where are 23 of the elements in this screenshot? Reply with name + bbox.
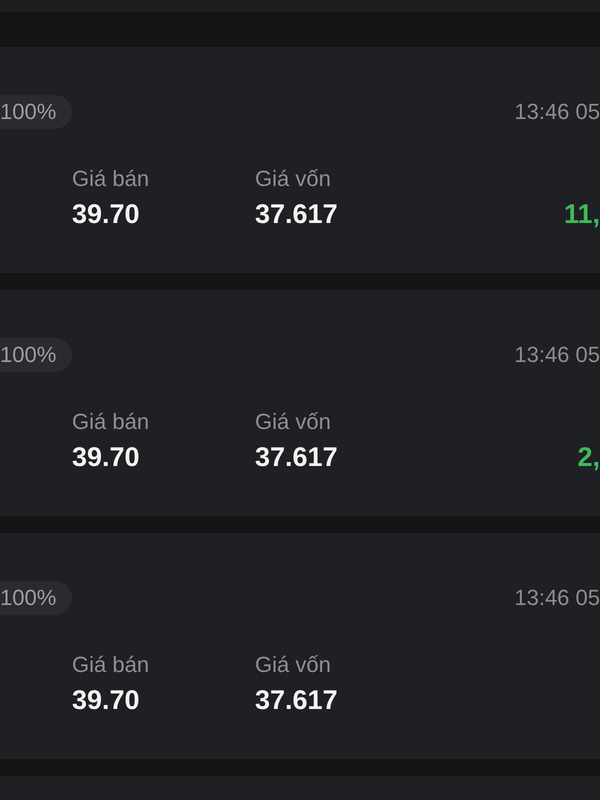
price-value: 37.617 xyxy=(255,198,338,231)
price-value: 39.70 xyxy=(72,198,141,231)
order-time: 13:46 05 xyxy=(514,101,600,123)
price-value: 39.70 xyxy=(72,684,141,717)
price-label: Giá bán xyxy=(72,651,150,679)
price-label: Giá bán xyxy=(72,165,150,193)
order-time: 13:46 05 xyxy=(514,344,600,366)
price-label: Giá vốn xyxy=(255,165,332,193)
price-value: 37.617 xyxy=(255,684,338,717)
profit-value: 11, xyxy=(564,198,600,231)
profit-value: 2, xyxy=(577,441,600,474)
fill-badge: 100% xyxy=(0,338,72,372)
price-label: Giá vốn xyxy=(255,408,332,436)
order-card[interactable]: 100% 13:46 05 Giá bán 39.70 Giá vốn 37.617 11, xyxy=(0,47,600,273)
fill-badge: 100% xyxy=(0,581,72,615)
order-time: 13:46 05 xyxy=(514,587,600,609)
price-label: Giá vốn xyxy=(255,651,332,679)
fill-badge: 100% xyxy=(0,95,72,129)
price-label: Giá bán xyxy=(72,408,150,436)
price-value: 39.70 xyxy=(72,441,141,474)
price-value: 37.617 xyxy=(255,441,338,474)
order-card[interactable]: 100% 13:46 05 Giá bán 39.70 Giá vốn 37.617 xyxy=(0,533,600,759)
order-card[interactable]: 100% 13:46 05 Giá bán 39.70 Giá vốn 37.617 2, xyxy=(0,290,600,516)
